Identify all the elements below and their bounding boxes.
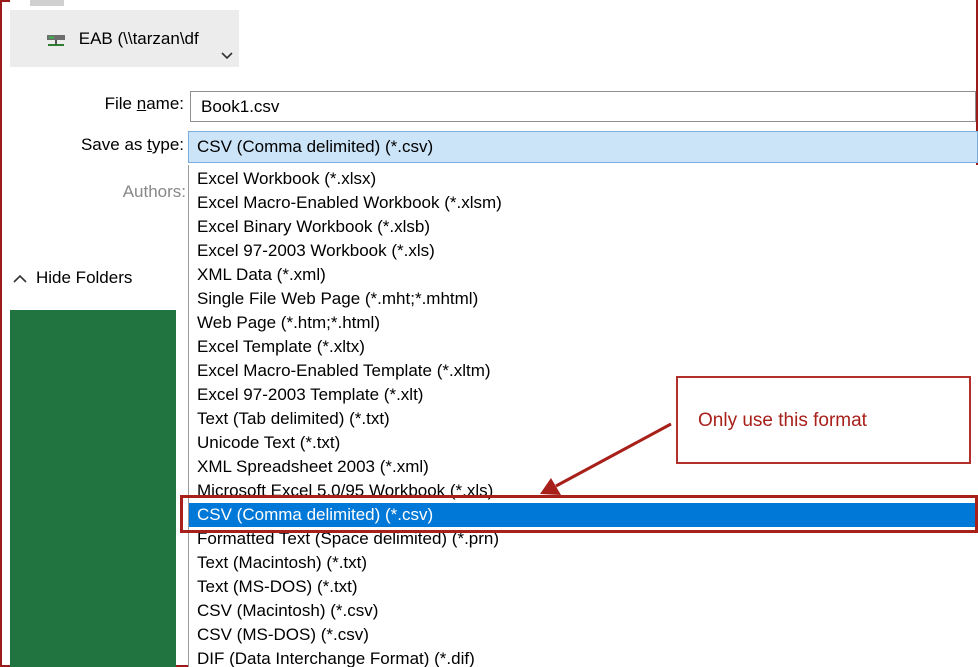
list-item[interactable]: Excel 97-2003 Workbook (*.xls) [189,239,978,263]
hide-folders-button[interactable]: Hide Folders [10,264,132,292]
list-item[interactable]: XML Data (*.xml) [189,263,978,287]
annotation-text: Only use this format [698,410,867,431]
save-as-type-label: Save as type: [80,135,184,154]
chevron-down-icon[interactable] [218,48,236,64]
filename-input[interactable]: Book1.csv [190,91,976,122]
list-item[interactable]: Excel Template (*.xltx) [189,335,978,359]
list-item[interactable]: Web Page (*.htm;*.html) [189,311,978,335]
annotation-callout: Only use this format [676,376,971,464]
hide-folders-label: Hide Folders [36,268,133,287]
nav-item-network-drive[interactable]: EAB (\\tarzan\df [46,28,199,50]
list-item[interactable]: Text (Macintosh) (*.txt) [189,551,978,575]
nav-item-label: EAB (\\tarzan\df [78,29,199,48]
list-item[interactable]: Single File Web Page (*.mht;*.mhtml) [189,287,978,311]
save-as-type-select[interactable]: CSV (Comma delimited) (*.csv) [188,131,978,163]
annotation-highlight-box [180,495,978,533]
list-item[interactable]: Excel Binary Workbook (*.xlsb) [189,215,978,239]
list-item[interactable]: CSV (MS-DOS) (*.csv) [189,623,978,647]
nav-item-partial-icon [30,0,64,6]
excel-background [10,310,176,667]
network-drive-icon [47,34,65,46]
list-item[interactable]: CSV (Macintosh) (*.csv) [189,599,978,623]
list-item[interactable]: DIF (Data Interchange Format) (*.dif) [189,647,978,667]
list-item[interactable]: Excel Workbook (*.xlsx) [189,167,978,191]
authors-label: Authors: [122,182,186,201]
list-item[interactable]: Excel Macro-Enabled Workbook (*.xlsm) [189,191,978,215]
list-item[interactable]: Text (MS-DOS) (*.txt) [189,575,978,599]
chevron-up-icon [13,274,27,283]
filename-label: File name: [104,94,184,113]
